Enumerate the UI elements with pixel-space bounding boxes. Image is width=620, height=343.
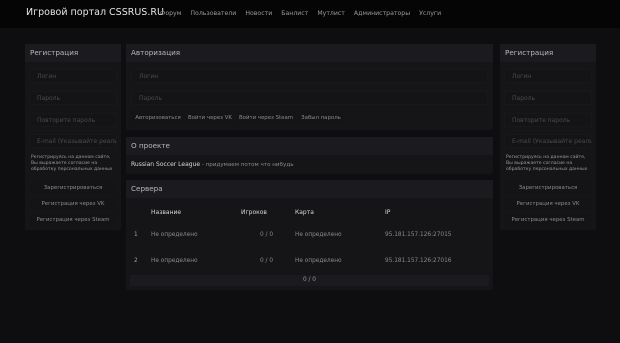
server-map: Не определено <box>295 258 342 264</box>
auth-password-field[interactable]: Пароль <box>131 91 488 105</box>
auth-login-field[interactable]: Логин <box>131 69 488 83</box>
left-register-vk-button[interactable]: Регистрация через VK <box>29 198 117 210</box>
server-ip[interactable]: 95.181.157.126:27016 <box>385 258 452 264</box>
left-register-button[interactable]: Зарегистрироваться <box>29 182 117 194</box>
servers-total-bar: 0 / 0 <box>130 275 489 286</box>
nav-forum[interactable]: Форум <box>160 10 181 17</box>
col-header-name: Название <box>151 209 182 216</box>
right-password-repeat-field[interactable]: Повторите пароль <box>504 113 592 127</box>
right-consent-text: Регистрируясь на данном сайте, Вы выража… <box>506 155 588 172</box>
nav-news[interactable]: Новости <box>245 10 272 17</box>
project-description: - придумаем потом что нибудь <box>200 162 294 168</box>
table-row[interactable]: 1 Не определено 0 / 0 Не определено 95.1… <box>128 224 491 246</box>
login-steam-button[interactable]: Войти через Steam <box>236 112 296 124</box>
left-consent-text: Регистрируясь на данном сайте, Вы выража… <box>31 155 113 172</box>
top-navbar: Игровой портал CSSRUS.RU Форум Пользоват… <box>0 0 620 28</box>
servers-total: 0 / 0 <box>302 277 316 283</box>
right-registration-panel: Регистрация Логин Пароль Повторите парол… <box>500 44 596 230</box>
left-registration-title: Регистрация <box>25 44 121 62</box>
row-number: 2 <box>134 258 138 264</box>
right-email-field[interactable]: E-mail (Указывайте реальный) <box>504 134 592 148</box>
server-players: 0 / 0 <box>260 232 274 238</box>
server-name: Не определено <box>151 232 198 238</box>
site-brand[interactable]: Игровой портал CSSRUS.RU <box>26 7 164 18</box>
server-ip[interactable]: 95.181.157.126:27015 <box>385 232 452 238</box>
left-registration-panel: Регистрация Логин Пароль Повторите парол… <box>25 44 121 230</box>
about-panel: О проекте Russian Soccer League - придум… <box>126 137 493 174</box>
login-vk-button[interactable]: Войти через VK <box>187 112 233 124</box>
servers-panel: Сервера Название Игроков Карта IP 1 Не о… <box>126 180 493 290</box>
left-password-repeat-field[interactable]: Повторите пароль <box>29 113 117 127</box>
left-password-field[interactable]: Пароль <box>29 91 117 105</box>
right-password-field[interactable]: Пароль <box>504 91 592 105</box>
right-register-button[interactable]: Зарегистрироваться <box>504 182 592 194</box>
server-map: Не определено <box>295 232 342 238</box>
auth-panel: Авторизация Логин Пароль Авторизоваться … <box>126 44 493 130</box>
nav-services[interactable]: Услуги <box>419 10 441 17</box>
login-button[interactable]: Авторизоваться <box>131 112 185 124</box>
servers-title: Сервера <box>126 180 493 198</box>
server-name: Не определено <box>151 258 198 264</box>
about-title: О проекте <box>126 137 493 155</box>
forgot-password-button[interactable]: Забыл пароль <box>298 112 344 124</box>
left-login-field[interactable]: Логин <box>29 69 117 83</box>
server-players: 0 / 0 <box>260 258 274 264</box>
project-name: Russian Soccer League <box>131 161 201 168</box>
nav-banlist[interactable]: Банлист <box>281 10 308 17</box>
nav-mutelist[interactable]: Мутлист <box>317 10 345 17</box>
main-nav: Форум Пользователи Новости Банлист Мутли… <box>160 10 450 17</box>
nav-users[interactable]: Пользователи <box>190 10 236 17</box>
col-header-map: Карта <box>295 209 314 216</box>
left-register-steam-button[interactable]: Регистрация через Steam <box>29 214 117 226</box>
auth-title: Авторизация <box>126 44 493 62</box>
nav-admins[interactable]: Администраторы <box>354 10 410 17</box>
table-row[interactable]: 2 Не определено 0 / 0 Не определено 95.1… <box>128 250 491 272</box>
col-header-ip: IP <box>385 209 391 216</box>
left-email-field[interactable]: E-mail (Указывайте реальный) <box>29 134 117 148</box>
row-number: 1 <box>134 232 138 238</box>
col-header-players: Игроков <box>241 209 267 216</box>
right-registration-title: Регистрация <box>500 44 596 62</box>
right-login-field[interactable]: Логин <box>504 69 592 83</box>
right-register-vk-button[interactable]: Регистрация через VK <box>504 198 592 210</box>
right-register-steam-button[interactable]: Регистрация через Steam <box>504 214 592 226</box>
